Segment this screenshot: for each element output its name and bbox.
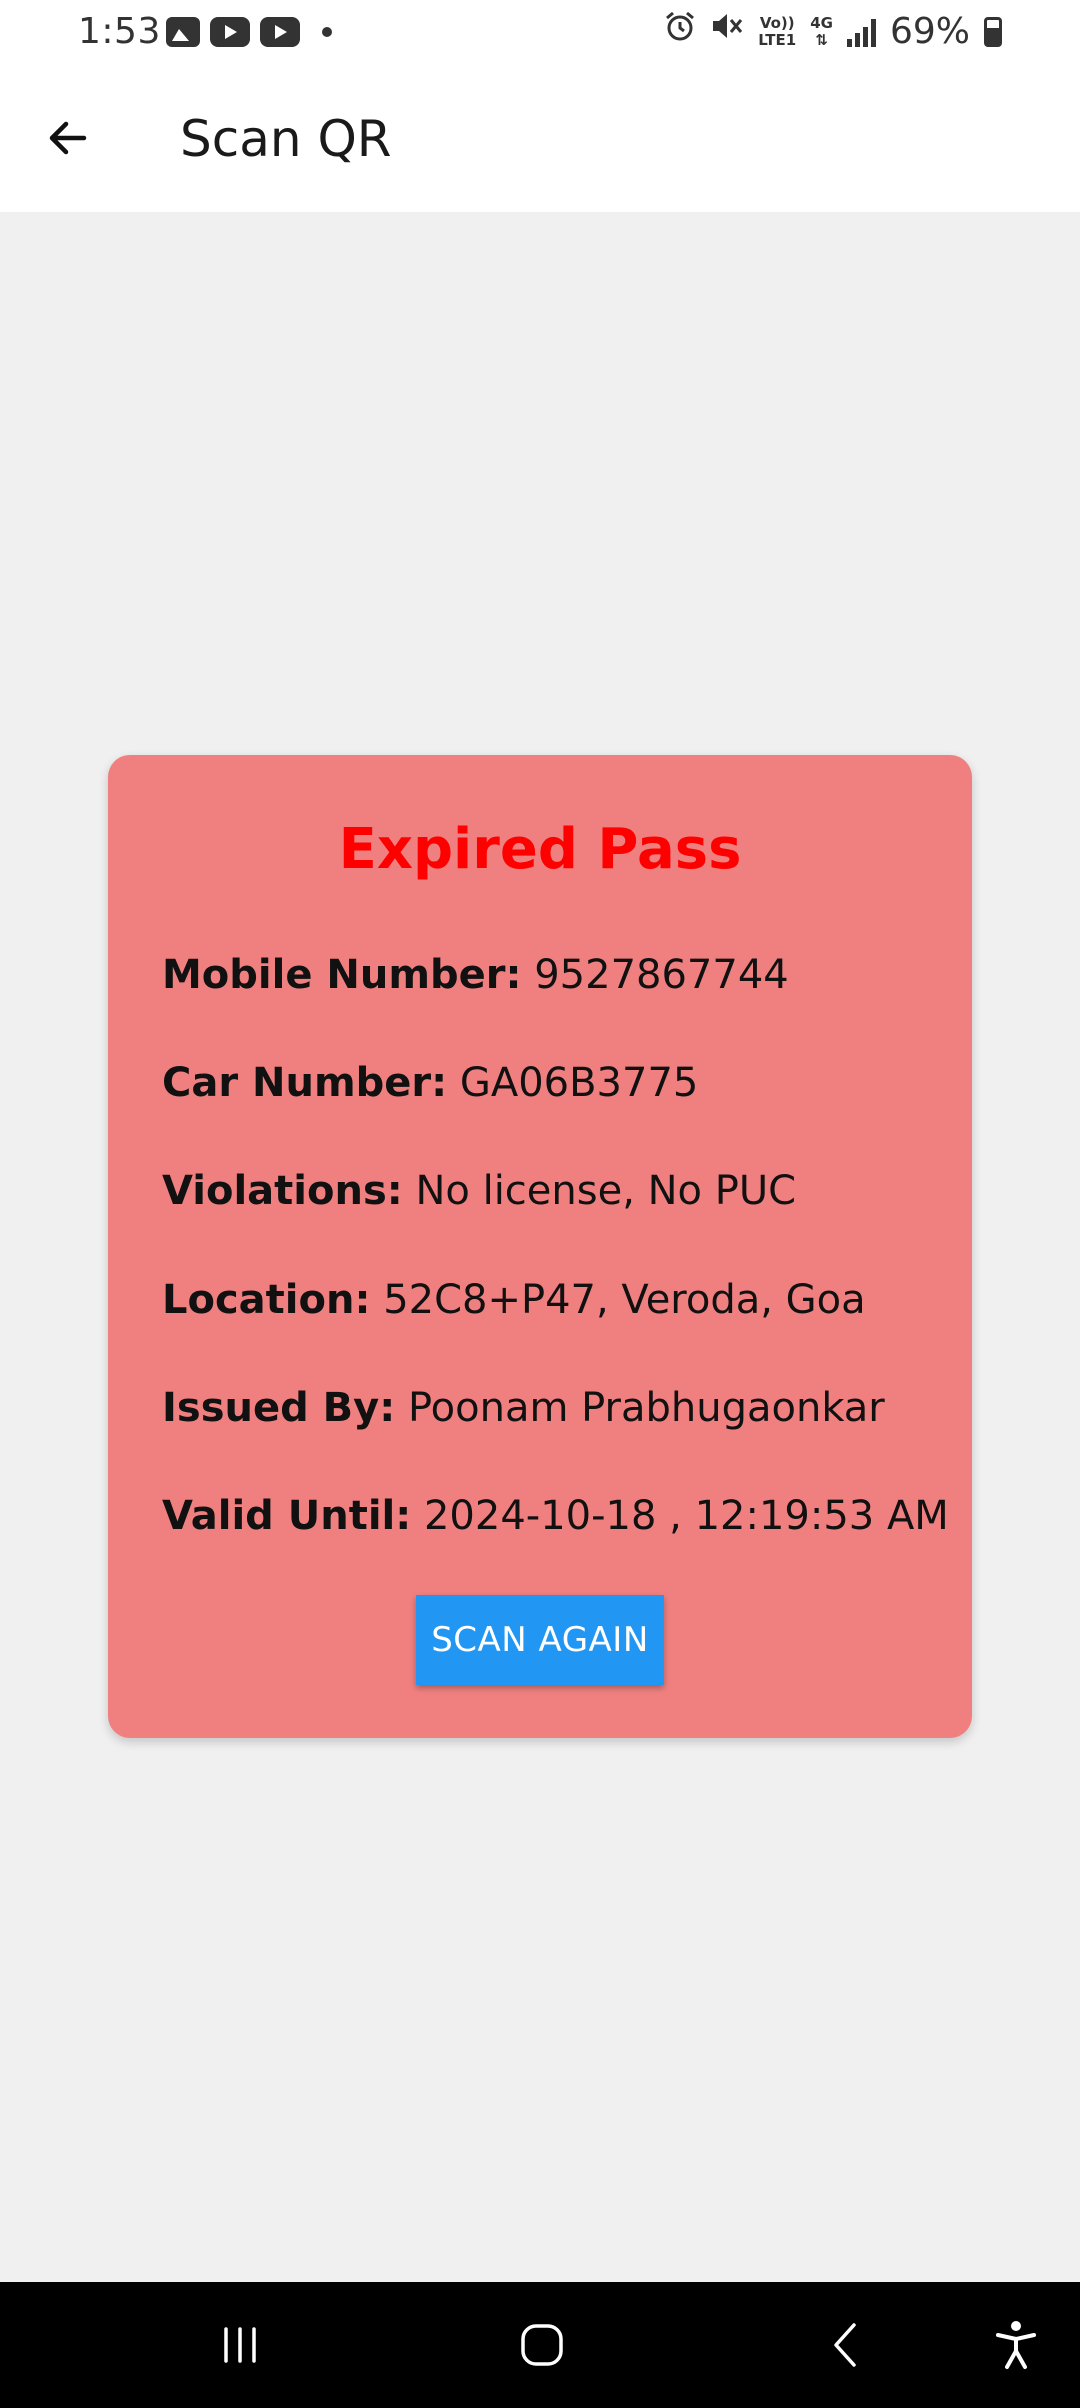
issued-by-value: Poonam Prabhugaonkar <box>407 1385 885 1431</box>
mobile-number-value: 9527867744 <box>534 952 789 998</box>
back-button[interactable] <box>30 100 106 176</box>
violations-row: Violations: No license, No PUC <box>162 1165 796 1217</box>
issued-by-label: Issued By: <box>162 1385 396 1431</box>
page-title: Scan QR <box>180 110 392 168</box>
app-bar: Scan QR <box>0 64 1080 212</box>
screen: 1:53 Vo)) LTE1 4G ⇅ 69% Scan QR Expired … <box>0 0 1080 2408</box>
volte-indicator: Vo)) LTE1 <box>758 15 796 49</box>
data-arrows-icon: ⇅ <box>815 31 828 49</box>
home-button[interactable] <box>502 2282 582 2408</box>
mute-icon <box>710 10 744 55</box>
mobile-number-row: Mobile Number: 9527867744 <box>162 949 789 1001</box>
location-row: Location: 52C8+P47, Veroda, Goa <box>162 1274 866 1326</box>
accessibility-button[interactable] <box>976 2282 1056 2408</box>
location-label: Location: <box>162 1277 371 1323</box>
signal-strength-icon <box>846 17 876 47</box>
valid-until-row: Valid Until: 2024-10-18 , 12:19:53 AM <box>162 1490 949 1542</box>
notification-icons <box>166 14 332 50</box>
volte-label: Vo)) <box>759 14 795 32</box>
youtube-icon <box>210 17 250 47</box>
mobile-number-label: Mobile Number: <box>162 952 522 998</box>
valid-until-label: Valid Until: <box>162 1493 412 1539</box>
network-type-indicator: 4G ⇅ <box>810 15 833 49</box>
scan-again-button[interactable]: SCAN AGAIN <box>416 1595 664 1685</box>
pass-status-card: Expired Pass Mobile Number: 9527867744 C… <box>108 755 972 1738</box>
battery-percent: 69% <box>889 11 970 52</box>
status-right-icons: Vo)) LTE1 4G ⇅ 69% <box>664 10 1002 54</box>
status-bar: 1:53 Vo)) LTE1 4G ⇅ 69% <box>0 0 1080 64</box>
recent-apps-icon <box>224 2327 256 2363</box>
pass-status-title: Expired Pass <box>338 817 742 882</box>
home-icon <box>521 2324 563 2366</box>
car-number-label: Car Number: <box>162 1060 448 1106</box>
recent-apps-button[interactable] <box>200 2282 280 2408</box>
car-number-row: Car Number: GA06B3775 <box>162 1057 698 1109</box>
status-time: 1:53 <box>78 11 161 52</box>
battery-icon <box>984 17 1002 47</box>
more-notifications-dot-icon <box>322 27 332 37</box>
youtube-icon <box>260 17 300 47</box>
violations-value: No license, No PUC <box>415 1168 797 1214</box>
system-nav-bar <box>0 2282 1080 2408</box>
back-icon <box>834 2323 856 2367</box>
nav-back-button[interactable] <box>806 2282 886 2408</box>
network-type-label: 4G <box>810 14 833 32</box>
violations-label: Violations: <box>162 1168 403 1214</box>
location-value: 52C8+P47, Veroda, Goa <box>383 1277 866 1323</box>
accessibility-icon <box>996 2321 1036 2369</box>
alarm-icon <box>664 10 696 55</box>
valid-until-value: 2024-10-18 , 12:19:53 AM <box>423 1493 949 1539</box>
gallery-icon <box>166 17 200 47</box>
car-number-value: GA06B3775 <box>459 1060 699 1106</box>
arrow-back-icon <box>49 121 87 155</box>
issued-by-row: Issued By: Poonam Prabhugaonkar <box>162 1382 885 1434</box>
lte-label: LTE1 <box>758 31 797 49</box>
